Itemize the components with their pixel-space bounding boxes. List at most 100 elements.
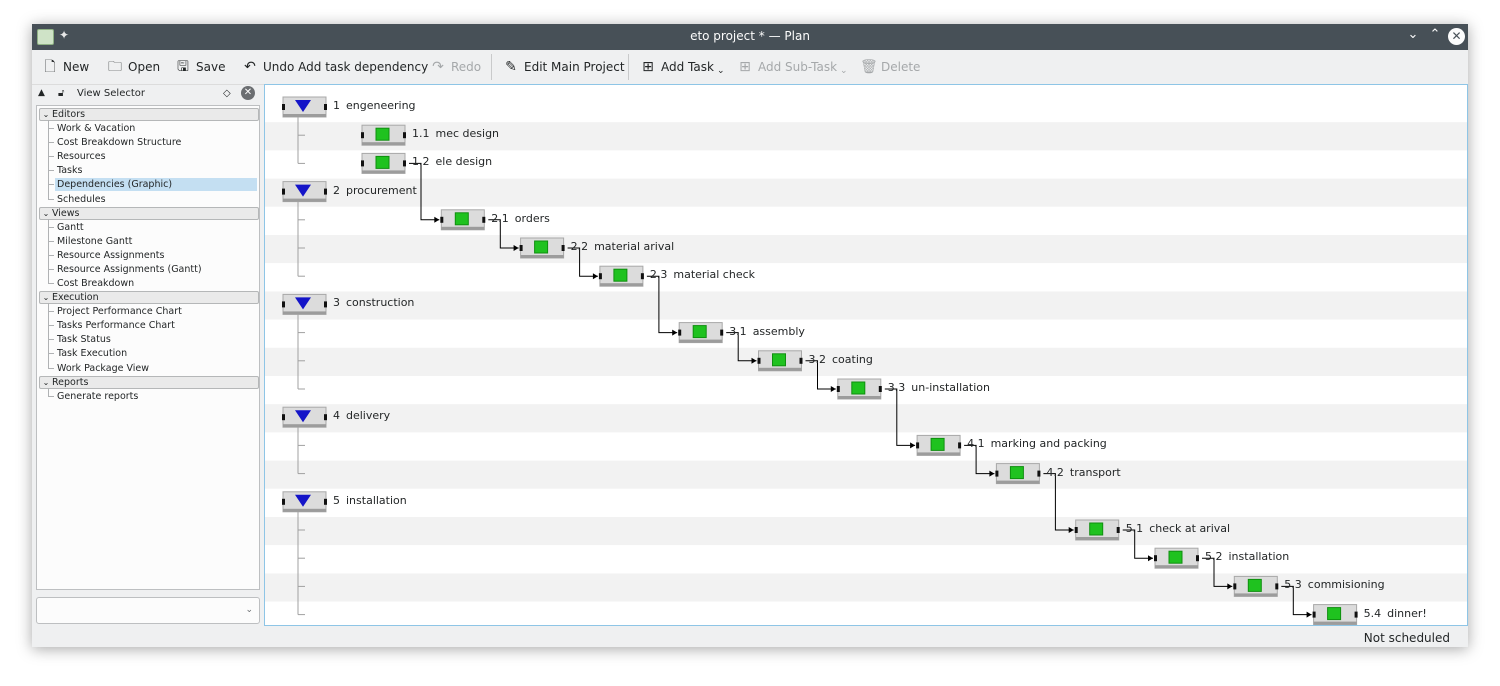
view-item-task-execution[interactable]: Task Execution xyxy=(55,347,257,360)
summary-task-node[interactable] xyxy=(282,181,327,203)
view-item-tasks[interactable]: Tasks xyxy=(55,164,257,177)
task-label[interactable]: 2.1 orders xyxy=(491,212,550,225)
task-node[interactable] xyxy=(916,434,962,456)
summary-task-node[interactable] xyxy=(282,406,327,428)
task-label[interactable]: 5.1 check at arival xyxy=(1126,522,1230,535)
task-name: engeneering xyxy=(346,99,416,112)
task-status-icon xyxy=(613,268,628,282)
delete-button[interactable]: 🗑 Delete xyxy=(860,50,920,84)
row-stripe xyxy=(265,263,1467,292)
view-item-cost-breakdown[interactable]: Cost Breakdown xyxy=(55,277,257,290)
row-stripe xyxy=(265,517,1467,546)
task-node[interactable] xyxy=(598,265,644,287)
section-execution[interactable]: ⌄ Execution xyxy=(39,291,259,305)
task-node[interactable] xyxy=(361,152,406,174)
task-label[interactable]: 5.2 installation xyxy=(1205,550,1289,563)
section-editors[interactable]: ⌄ Editors xyxy=(39,108,259,121)
chevron-down-icon[interactable]: ⌄ xyxy=(40,377,52,388)
chevron-down-icon[interactable]: ⌄ xyxy=(40,208,52,219)
summary-task-node[interactable] xyxy=(282,293,327,315)
undo-button[interactable]: ↶ Undo Add task dependency xyxy=(242,50,428,84)
collapse-triangle-icon[interactable]: ▲ xyxy=(38,88,45,98)
view-item-task-status[interactable]: Task Status xyxy=(55,333,257,346)
task-node[interactable] xyxy=(361,124,406,146)
task-label[interactable]: 5.4 dinner! xyxy=(1364,607,1427,620)
task-node[interactable] xyxy=(836,378,882,400)
task-label[interactable]: 2.2 material arival xyxy=(571,240,675,253)
task-label[interactable]: 3.1 assembly xyxy=(729,325,805,338)
undo-icon: ↶ xyxy=(244,59,256,75)
view-item-resource-assignments[interactable]: Resource Assignments xyxy=(55,249,257,262)
task-name: installation xyxy=(1228,550,1290,564)
task-label[interactable]: 1 engeneering xyxy=(333,99,416,112)
close-button[interactable]: ✕ xyxy=(1448,28,1465,45)
task-label[interactable]: 4.1 marking and packing xyxy=(967,437,1107,450)
task-node[interactable] xyxy=(519,237,565,259)
task-name: assembly xyxy=(752,324,805,338)
task-wbs-code: 2.1 xyxy=(491,211,509,225)
output-connector xyxy=(324,104,327,110)
view-item-work-package-view[interactable]: Work Package View xyxy=(55,362,257,375)
task-node[interactable] xyxy=(678,322,724,344)
task-label[interactable]: 4.2 transport xyxy=(1046,466,1120,479)
input-connector xyxy=(282,414,285,421)
section-views[interactable]: ⌄ Views xyxy=(39,206,259,220)
task-label[interactable]: 2 procurement xyxy=(333,184,417,197)
task-node[interactable] xyxy=(1312,604,1358,625)
new-button[interactable]: 🗋 New xyxy=(42,50,89,84)
task-node[interactable] xyxy=(1074,519,1120,541)
summary-task-node[interactable] xyxy=(282,96,327,118)
close-panel-icon[interactable]: ✕ xyxy=(241,86,255,100)
task-label[interactable]: 1.2 ele design xyxy=(412,155,492,168)
task-label[interactable]: 1.1 mec design xyxy=(412,127,499,140)
lock-icon[interactable]: 🔓︎ xyxy=(58,88,64,99)
chevron-down-icon[interactable]: ⌄ xyxy=(717,66,725,76)
dependency-graph[interactable]: 1 engeneering 1.1 mec design 1.2 ele design 2 p… xyxy=(264,84,1468,626)
task-node[interactable] xyxy=(757,350,803,372)
task-label[interactable]: 3.3 un-installation xyxy=(888,381,990,394)
chevron-down-icon[interactable]: ⌄ xyxy=(40,109,52,120)
task-label[interactable]: 5.3 commisioning xyxy=(1284,578,1384,591)
section-label: Editors xyxy=(52,109,86,120)
view-item-cost-breakdown-structure[interactable]: Cost Breakdown Structure xyxy=(55,136,257,149)
view-item-project-performance-chart[interactable]: Project Performance Chart xyxy=(55,305,257,318)
view-item-schedules[interactable]: Schedules xyxy=(55,193,257,206)
view-item-resources[interactable]: Resources xyxy=(55,150,257,163)
task-label[interactable]: 4 delivery xyxy=(333,409,390,422)
open-button[interactable]: 🗀 Open xyxy=(107,50,160,84)
row-stripe xyxy=(265,601,1467,625)
view-item-resource-assignments-gantt[interactable]: Resource Assignments (Gantt) xyxy=(55,263,257,276)
task-name: procurement xyxy=(346,183,417,197)
add-task-button[interactable]: ⊞ Add Task ⌄ xyxy=(640,50,725,84)
view-item-tasks-performance-chart[interactable]: Tasks Performance Chart xyxy=(55,319,257,332)
view-item-dependencies-graphic[interactable]: Dependencies (Graphic) xyxy=(55,178,257,192)
float-icon[interactable]: ◇ xyxy=(223,88,231,99)
save-button[interactable]: 🖫 Save xyxy=(175,50,225,84)
task-node[interactable] xyxy=(995,463,1041,485)
task-wbs-code: 5.1 xyxy=(1125,522,1144,535)
section-reports[interactable]: ⌄ Reports xyxy=(39,375,259,389)
view-item-milestone-gantt[interactable]: Milestone Gantt xyxy=(55,235,257,248)
edit-main-project-button[interactable]: ✎ Edit Main Project xyxy=(503,50,624,84)
minimize-button[interactable]: ⌄ xyxy=(1404,27,1422,42)
task-label[interactable]: 2.3 material check xyxy=(650,268,755,281)
task-label[interactable]: 3 construction xyxy=(333,296,414,309)
task-label[interactable]: 5 installation xyxy=(333,494,407,507)
task-name: construction xyxy=(346,296,415,310)
view-item-work-vacation[interactable]: Work & Vacation xyxy=(55,122,257,135)
task-node[interactable] xyxy=(1154,547,1199,569)
view-options-combobox[interactable]: ⌄ xyxy=(36,597,260,624)
summary-task-node[interactable] xyxy=(282,491,327,513)
task-node[interactable] xyxy=(440,209,486,231)
chevron-down-icon[interactable]: ⌄ xyxy=(40,292,52,303)
view-item-gantt[interactable]: Gantt xyxy=(55,221,257,234)
view-item-generate-reports[interactable]: Generate reports xyxy=(55,390,257,403)
task-status-icon xyxy=(454,212,469,226)
add-subtask-button[interactable]: ⊞ Add Sub-Task ⌄ xyxy=(737,50,848,84)
redo-button[interactable]: ↷ Redo xyxy=(430,50,481,84)
chevron-down-icon[interactable]: ⌄ xyxy=(840,66,848,76)
task-node[interactable] xyxy=(1233,575,1279,597)
maximize-button[interactable]: ⌃ xyxy=(1426,27,1444,42)
task-name: dinner! xyxy=(1387,606,1427,620)
task-label[interactable]: 3.2 coating xyxy=(809,353,873,366)
